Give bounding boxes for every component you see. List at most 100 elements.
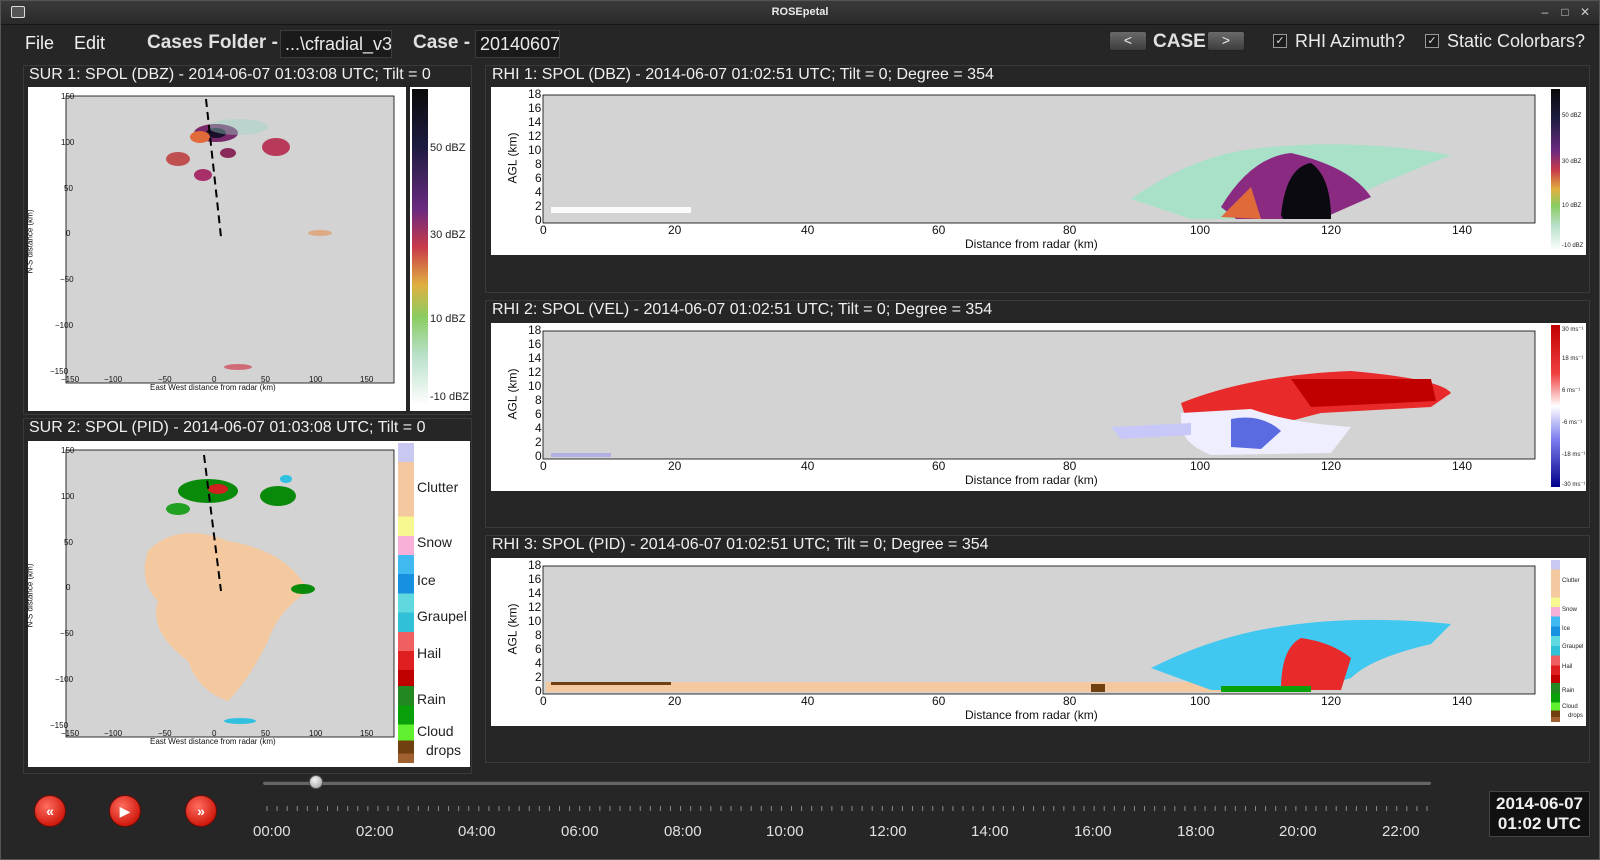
sur1-xtick: 150 [360, 375, 374, 384]
time-label: 12:00 [869, 823, 907, 840]
close-icon[interactable]: ✕ [1577, 5, 1593, 19]
rhi2-ytick: 16 [528, 337, 542, 351]
rhi1-cb-tick: 50 dBZ [1562, 113, 1582, 119]
sur2-ytick: 50 [64, 538, 73, 547]
time-label: 18:00 [1177, 823, 1215, 840]
time-label: 08:00 [664, 823, 702, 840]
sur1-plot[interactable]: 150 100 50 0 −50 −100 −150 −150 −100 −50… [25, 87, 406, 411]
sur1-title: SUR 1: SPOL (DBZ) - 2014-06-07 01:03:08 … [29, 66, 431, 83]
rhi1-ytick: 6 [535, 171, 542, 185]
sur2-cb-label: Clutter [417, 479, 459, 495]
rhi3-xtick: 40 [801, 694, 815, 708]
rewind-button[interactable]: « [34, 795, 66, 827]
rhi1-ytick: 14 [528, 115, 542, 129]
sur2-title: SUR 2: SPOL (PID) - 2014-06-07 01:03:08 … [29, 419, 426, 436]
sur1-ytick: 0 [66, 229, 71, 238]
sur2-ytick: −100 [55, 675, 74, 684]
sur2-ytick: 100 [61, 492, 75, 501]
rhi3-colorbar: Clutter Snow Ice Graupel Hail Rain Cloud… [1549, 558, 1586, 726]
cases-folder-field[interactable]: ...\cfradial_v3 [280, 30, 392, 58]
sur2-ytick: −50 [60, 629, 74, 638]
time-label: 22:00 [1382, 823, 1420, 840]
time-slider-ticks [266, 806, 1428, 811]
sur2-colorbar: Clutter Snow Ice Graupel Hail Rain Cloud… [396, 441, 470, 767]
prev-case-button[interactable]: < [1109, 31, 1147, 51]
maximize-icon[interactable]: □ [1557, 5, 1573, 19]
current-time: 01:02 UTC [1497, 814, 1582, 833]
next-case-button[interactable]: > [1207, 31, 1245, 51]
sur1-colorbar: 50 dBZ 30 dBZ 10 dBZ -10 dBZ [410, 87, 470, 411]
rhi1-ytick: 8 [535, 157, 542, 171]
sur2-ppi-image [65, 449, 395, 738]
rhi3-cb-label: Cloud [1562, 704, 1578, 710]
rhi2-xtick: 60 [932, 459, 946, 473]
time-label: 16:00 [1074, 823, 1112, 840]
time-label: 10:00 [766, 823, 804, 840]
rhi3-image [542, 565, 1536, 695]
rhi1-ytick: 18 [528, 87, 542, 101]
sur1-ylabel: N-S distance (km) [25, 209, 35, 274]
sur2-xtick: −100 [104, 729, 123, 738]
play-button[interactable]: ▶ [109, 795, 141, 827]
sur2-xtick: 100 [309, 729, 323, 738]
rhi-azimuth-checkbox[interactable]: ✓ [1273, 34, 1287, 48]
sur1-xlabel: East West distance from radar (km) [150, 383, 276, 392]
sur1-ppi-image [65, 95, 395, 384]
sur1-cb-tick: -10 dBZ [430, 391, 470, 403]
menu-file[interactable]: File [25, 33, 54, 54]
rhi3-plot[interactable]: 18 16 14 12 10 8 6 4 2 0 0 20 40 60 80 1… [491, 558, 1549, 726]
sur2-cb-label: Cloud [417, 723, 454, 739]
rhi1-xtick: 80 [1063, 223, 1077, 237]
minimize-icon[interactable]: – [1537, 5, 1553, 19]
rhi2-ytick: 2 [535, 435, 542, 449]
static-colorbars-checkbox[interactable]: ✓ [1425, 34, 1439, 48]
rhi1-plot[interactable]: 18 16 14 12 10 8 6 4 2 0 0 20 40 60 80 1… [491, 87, 1549, 255]
menu-bar: File Edit Cases Folder - ...\cfradial_v3… [1, 27, 1599, 61]
sur2-cb-label: Ice [417, 572, 436, 588]
sur1-ytick: 50 [64, 184, 73, 193]
sur2-cb-label: Rain [417, 691, 446, 707]
rhi2-cb-tick: -6 ms⁻¹ [1562, 420, 1583, 426]
rhi2-xtick: 80 [1063, 459, 1077, 473]
rhi2-ytick: 14 [528, 351, 542, 365]
rhi3-cb-label: drops [1568, 713, 1584, 719]
sur1-xtick: −150 [61, 375, 80, 384]
sur2-plot[interactable]: 150 100 50 0 −50 −100 −150 −150 −100 −50… [25, 441, 406, 767]
rhi2-ytick: 4 [535, 421, 542, 435]
sur1-ytick: 100 [61, 138, 75, 147]
case-field[interactable]: 20140607 [475, 30, 560, 58]
rhi2-xtick: 120 [1321, 459, 1342, 473]
sur1-xtick: −100 [104, 375, 123, 384]
rhi2-xtick: 100 [1190, 459, 1211, 473]
time-slider-track[interactable] [263, 781, 1431, 785]
rhi3-panel: RHI 3: SPOL (PID) - 2014-06-07 01:02:51 … [485, 535, 1590, 763]
rhi3-ytick: 4 [535, 656, 542, 670]
rhi3-ytick: 10 [528, 614, 542, 628]
rhi2-plot[interactable]: 18 16 14 12 10 8 6 4 2 0 0 20 40 60 80 1… [491, 323, 1549, 491]
rhi1-cb-tick: 30 dBZ [1562, 159, 1582, 165]
rhi1-xtick: 0 [540, 223, 547, 237]
rhi3-ytick: 2 [535, 670, 542, 684]
rhi1-ytick: 10 [528, 143, 542, 157]
rhi3-xtick: 0 [540, 694, 547, 708]
sur1-ytick: 150 [61, 92, 75, 101]
case-label: Case - [413, 32, 471, 53]
rhi2-image [542, 330, 1536, 460]
rhi3-ytick: 8 [535, 628, 542, 642]
rhi2-ytick: 10 [528, 379, 542, 393]
rhi1-title: RHI 1: SPOL (DBZ) - 2014-06-07 01:02:51 … [492, 66, 994, 83]
rhi3-cb-label: Ice [1562, 626, 1571, 632]
fast-forward-button[interactable]: » [185, 795, 217, 827]
rhi3-ytick: 6 [535, 642, 542, 656]
rhi1-xtick: 20 [668, 223, 682, 237]
menu-edit[interactable]: Edit [74, 33, 105, 54]
play-icon: ▶ [119, 803, 131, 819]
rhi3-xlabel: Distance from radar (km) [965, 708, 1098, 722]
sur2-ylabel: N-S distance (km) [25, 563, 35, 628]
sur2-xtick: 150 [360, 729, 374, 738]
rhi2-xtick: 40 [801, 459, 815, 473]
rhi3-xtick: 20 [668, 694, 682, 708]
time-slider-thumb[interactable] [308, 775, 323, 789]
rhi1-ytick: 4 [535, 185, 542, 199]
time-label: 00:00 [253, 823, 291, 840]
